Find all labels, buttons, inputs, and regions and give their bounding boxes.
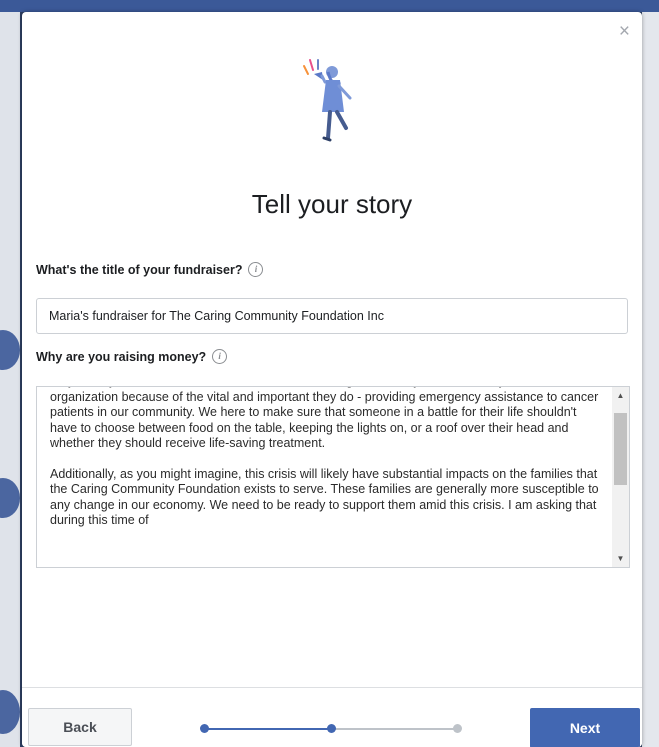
modal-title: Tell your story [251, 189, 413, 219]
progress-segment [204, 728, 331, 730]
megaphone-person-illustration [303, 59, 352, 142]
next-button[interactable]: Next [530, 708, 640, 747]
megaphone-icon [303, 59, 323, 80]
background-header [0, 0, 659, 12]
progress-step-dot [326, 724, 336, 733]
progress-segment [331, 728, 458, 730]
story-paragraph: Additionally, as you might imagine, this… [50, 466, 599, 528]
scroll-down-arrow-icon[interactable]: ▼ [612, 550, 629, 567]
progress-step-dot [453, 724, 462, 733]
step-progress-indicator [200, 724, 462, 734]
scroll-thumb[interactable] [614, 413, 627, 485]
modal-footer: Back Next [22, 687, 642, 747]
fundraiser-title-label-text: What's the title of your fundraiser? [36, 262, 243, 277]
story-scrollbar[interactable]: ▲ ▼ [612, 387, 629, 567]
info-icon[interactable]: i [248, 262, 264, 277]
info-icon[interactable]: i [212, 349, 228, 364]
close-icon[interactable]: × [619, 22, 630, 42]
scroll-up-arrow-icon[interactable]: ▲ [612, 387, 629, 404]
reason-label-text: Why are you raising money? [36, 349, 207, 364]
background-page-right [642, 12, 659, 747]
background-page-left [0, 12, 20, 747]
progress-step-dot [200, 724, 209, 733]
story-textarea[interactable]: As you may know, I am a board member for… [36, 386, 630, 568]
reason-label: Why are you raising money? i [36, 349, 228, 364]
back-button[interactable]: Back [28, 708, 132, 746]
story-text: As you may know, I am a board member for… [50, 387, 600, 544]
fundraiser-title-label: What's the title of your fundraiser? i [36, 262, 264, 277]
fundraiser-modal: × Tell your story What's the title of yo… [22, 12, 642, 747]
fundraiser-title-input[interactable]: Maria's fundraiser for The Caring Commun… [36, 298, 628, 334]
story-paragraph: As you may know, I am a board member for… [50, 387, 599, 450]
